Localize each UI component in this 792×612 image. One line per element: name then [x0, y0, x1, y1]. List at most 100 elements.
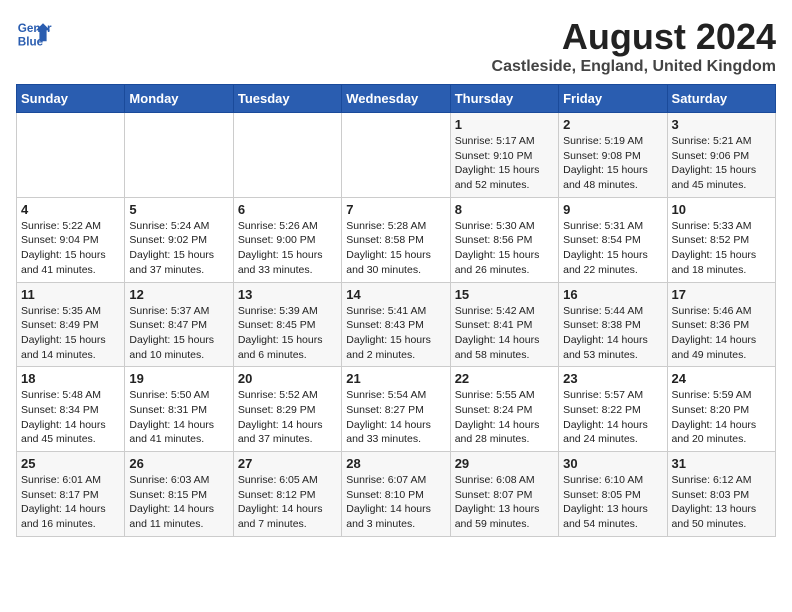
day-info: Sunrise: 5:24 AM Sunset: 9:02 PM Dayligh… [129, 219, 228, 278]
day-cell: 20 Sunrise: 5:52 AM Sunset: 8:29 PM Dayli… [233, 367, 341, 452]
day-number: 4 [21, 202, 120, 217]
day-number: 24 [672, 371, 771, 386]
day-info: Sunrise: 5:26 AM Sunset: 9:00 PM Dayligh… [238, 219, 337, 278]
day-cell: 10Sunrise: 5:33 AM Sunset: 8:52 PM Dayli… [667, 197, 775, 282]
day-info: Sunrise: 6:10 AM Sunset: 8:05 PM Dayligh… [563, 473, 662, 532]
day-cell: 13 Sunrise: 5:39 AM Sunset: 8:45 PM Dayli… [233, 282, 341, 367]
day-number: 27 [238, 456, 337, 471]
day-info: Sunrise: 6:07 AM Sunset: 8:10 PM Dayligh… [346, 473, 445, 532]
day-number: 31 [672, 456, 771, 471]
day-cell: 5 Sunrise: 5:24 AM Sunset: 9:02 PM Daylig… [125, 197, 233, 282]
day-cell [125, 113, 233, 198]
day-cell: 17Sunrise: 5:46 AM Sunset: 8:36 PM Dayli… [667, 282, 775, 367]
day-info: Sunrise: 5:39 AM Sunset: 8:45 PM Dayligh… [238, 304, 337, 363]
col-header-friday: Friday [559, 85, 667, 113]
day-cell: 27 Sunrise: 6:05 AM Sunset: 8:12 PM Dayli… [233, 452, 341, 537]
day-number: 18 [21, 371, 120, 386]
week-row-3: 11Sunrise: 5:35 AM Sunset: 8:49 PM Dayli… [17, 282, 776, 367]
day-cell: 21 Sunrise: 5:54 AM Sunset: 8:27 PM Dayli… [342, 367, 450, 452]
day-number: 1 [455, 117, 554, 132]
day-cell: 4 Sunrise: 5:22 AM Sunset: 9:04 PM Daylig… [17, 197, 125, 282]
day-info: Sunrise: 5:57 AM Sunset: 8:22 PM Dayligh… [563, 388, 662, 447]
day-cell: 1 Sunrise: 5:17 AM Sunset: 9:10 PM Daylig… [450, 113, 558, 198]
day-number: 25 [21, 456, 120, 471]
day-info: Sunrise: 5:19 AM Sunset: 9:08 PM Dayligh… [563, 134, 662, 193]
day-info: Sunrise: 5:22 AM Sunset: 9:04 PM Dayligh… [21, 219, 120, 278]
day-cell: 9 Sunrise: 5:31 AM Sunset: 8:54 PM Daylig… [559, 197, 667, 282]
day-number: 26 [129, 456, 228, 471]
col-header-sunday: Sunday [17, 85, 125, 113]
page-header: General Blue August 2024 Castleside, Eng… [16, 16, 776, 76]
day-cell: 30Sunrise: 6:10 AM Sunset: 8:05 PM Dayli… [559, 452, 667, 537]
day-info: Sunrise: 6:05 AM Sunset: 8:12 PM Dayligh… [238, 473, 337, 532]
day-info: Sunrise: 5:30 AM Sunset: 8:56 PM Dayligh… [455, 219, 554, 278]
day-cell: 12 Sunrise: 5:37 AM Sunset: 8:47 PM Dayli… [125, 282, 233, 367]
day-info: Sunrise: 5:42 AM Sunset: 8:41 PM Dayligh… [455, 304, 554, 363]
day-cell: 25 Sunrise: 6:01 AM Sunset: 8:17 PM Dayli… [17, 452, 125, 537]
day-number: 11 [21, 287, 120, 302]
week-row-1: 1 Sunrise: 5:17 AM Sunset: 9:10 PM Daylig… [17, 113, 776, 198]
day-info: Sunrise: 5:33 AM Sunset: 8:52 PM Dayligh… [672, 219, 771, 278]
day-cell: 15 Sunrise: 5:42 AM Sunset: 8:41 PM Dayli… [450, 282, 558, 367]
day-info: Sunrise: 5:44 AM Sunset: 8:38 PM Dayligh… [563, 304, 662, 363]
day-info: Sunrise: 5:52 AM Sunset: 8:29 PM Dayligh… [238, 388, 337, 447]
day-number: 20 [238, 371, 337, 386]
day-cell [342, 113, 450, 198]
day-cell: 16 Sunrise: 5:44 AM Sunset: 8:38 PM Dayli… [559, 282, 667, 367]
day-cell: 26 Sunrise: 6:03 AM Sunset: 8:15 PM Dayli… [125, 452, 233, 537]
day-info: Sunrise: 6:03 AM Sunset: 8:15 PM Dayligh… [129, 473, 228, 532]
day-cell: 11Sunrise: 5:35 AM Sunset: 8:49 PM Dayli… [17, 282, 125, 367]
day-cell: 31Sunrise: 6:12 AM Sunset: 8:03 PM Dayli… [667, 452, 775, 537]
logo-icon: General Blue [16, 16, 52, 52]
day-number: 13 [238, 287, 337, 302]
day-number: 15 [455, 287, 554, 302]
day-number: 23 [563, 371, 662, 386]
day-number: 17 [672, 287, 771, 302]
day-number: 19 [129, 371, 228, 386]
day-info: Sunrise: 5:59 AM Sunset: 8:20 PM Dayligh… [672, 388, 771, 447]
day-info: Sunrise: 5:17 AM Sunset: 9:10 PM Dayligh… [455, 134, 554, 193]
header-row: SundayMondayTuesdayWednesdayThursdayFrid… [17, 85, 776, 113]
calendar-table: SundayMondayTuesdayWednesdayThursdayFrid… [16, 84, 776, 537]
day-cell: 2Sunrise: 5:19 AM Sunset: 9:08 PM Daylig… [559, 113, 667, 198]
day-cell: 23 Sunrise: 5:57 AM Sunset: 8:22 PM Dayli… [559, 367, 667, 452]
day-number: 9 [563, 202, 662, 217]
day-cell: 6 Sunrise: 5:26 AM Sunset: 9:00 PM Daylig… [233, 197, 341, 282]
day-number: 28 [346, 456, 445, 471]
day-cell: 29Sunrise: 6:08 AM Sunset: 8:07 PM Dayli… [450, 452, 558, 537]
day-info: Sunrise: 5:28 AM Sunset: 8:58 PM Dayligh… [346, 219, 445, 278]
day-cell: 14Sunrise: 5:41 AM Sunset: 8:43 PM Dayli… [342, 282, 450, 367]
page-title: August 2024 [492, 16, 776, 58]
day-number: 6 [238, 202, 337, 217]
day-info: Sunrise: 5:55 AM Sunset: 8:24 PM Dayligh… [455, 388, 554, 447]
day-number: 8 [455, 202, 554, 217]
title-block: August 2024 Castleside, England, United … [492, 16, 776, 76]
day-number: 21 [346, 371, 445, 386]
day-info: Sunrise: 5:37 AM Sunset: 8:47 PM Dayligh… [129, 304, 228, 363]
col-header-monday: Monday [125, 85, 233, 113]
logo: General Blue [16, 16, 52, 52]
day-number: 5 [129, 202, 228, 217]
col-header-tuesday: Tuesday [233, 85, 341, 113]
day-cell: 22 Sunrise: 5:55 AM Sunset: 8:24 PM Dayli… [450, 367, 558, 452]
day-info: Sunrise: 6:01 AM Sunset: 8:17 PM Dayligh… [21, 473, 120, 532]
week-row-2: 4 Sunrise: 5:22 AM Sunset: 9:04 PM Daylig… [17, 197, 776, 282]
day-cell: 3Sunrise: 5:21 AM Sunset: 9:06 PM Daylig… [667, 113, 775, 198]
day-info: Sunrise: 5:31 AM Sunset: 8:54 PM Dayligh… [563, 219, 662, 278]
day-info: Sunrise: 5:54 AM Sunset: 8:27 PM Dayligh… [346, 388, 445, 447]
day-cell [17, 113, 125, 198]
day-number: 22 [455, 371, 554, 386]
day-number: 16 [563, 287, 662, 302]
col-header-thursday: Thursday [450, 85, 558, 113]
page-subtitle: Castleside, England, United Kingdom [492, 58, 776, 76]
day-number: 12 [129, 287, 228, 302]
day-cell [233, 113, 341, 198]
day-cell: 28 Sunrise: 6:07 AM Sunset: 8:10 PM Dayli… [342, 452, 450, 537]
day-info: Sunrise: 6:08 AM Sunset: 8:07 PM Dayligh… [455, 473, 554, 532]
day-cell: 24 Sunrise: 5:59 AM Sunset: 8:20 PM Dayli… [667, 367, 775, 452]
week-row-5: 25 Sunrise: 6:01 AM Sunset: 8:17 PM Dayli… [17, 452, 776, 537]
day-number: 7 [346, 202, 445, 217]
day-number: 3 [672, 117, 771, 132]
col-header-wednesday: Wednesday [342, 85, 450, 113]
day-number: 14 [346, 287, 445, 302]
